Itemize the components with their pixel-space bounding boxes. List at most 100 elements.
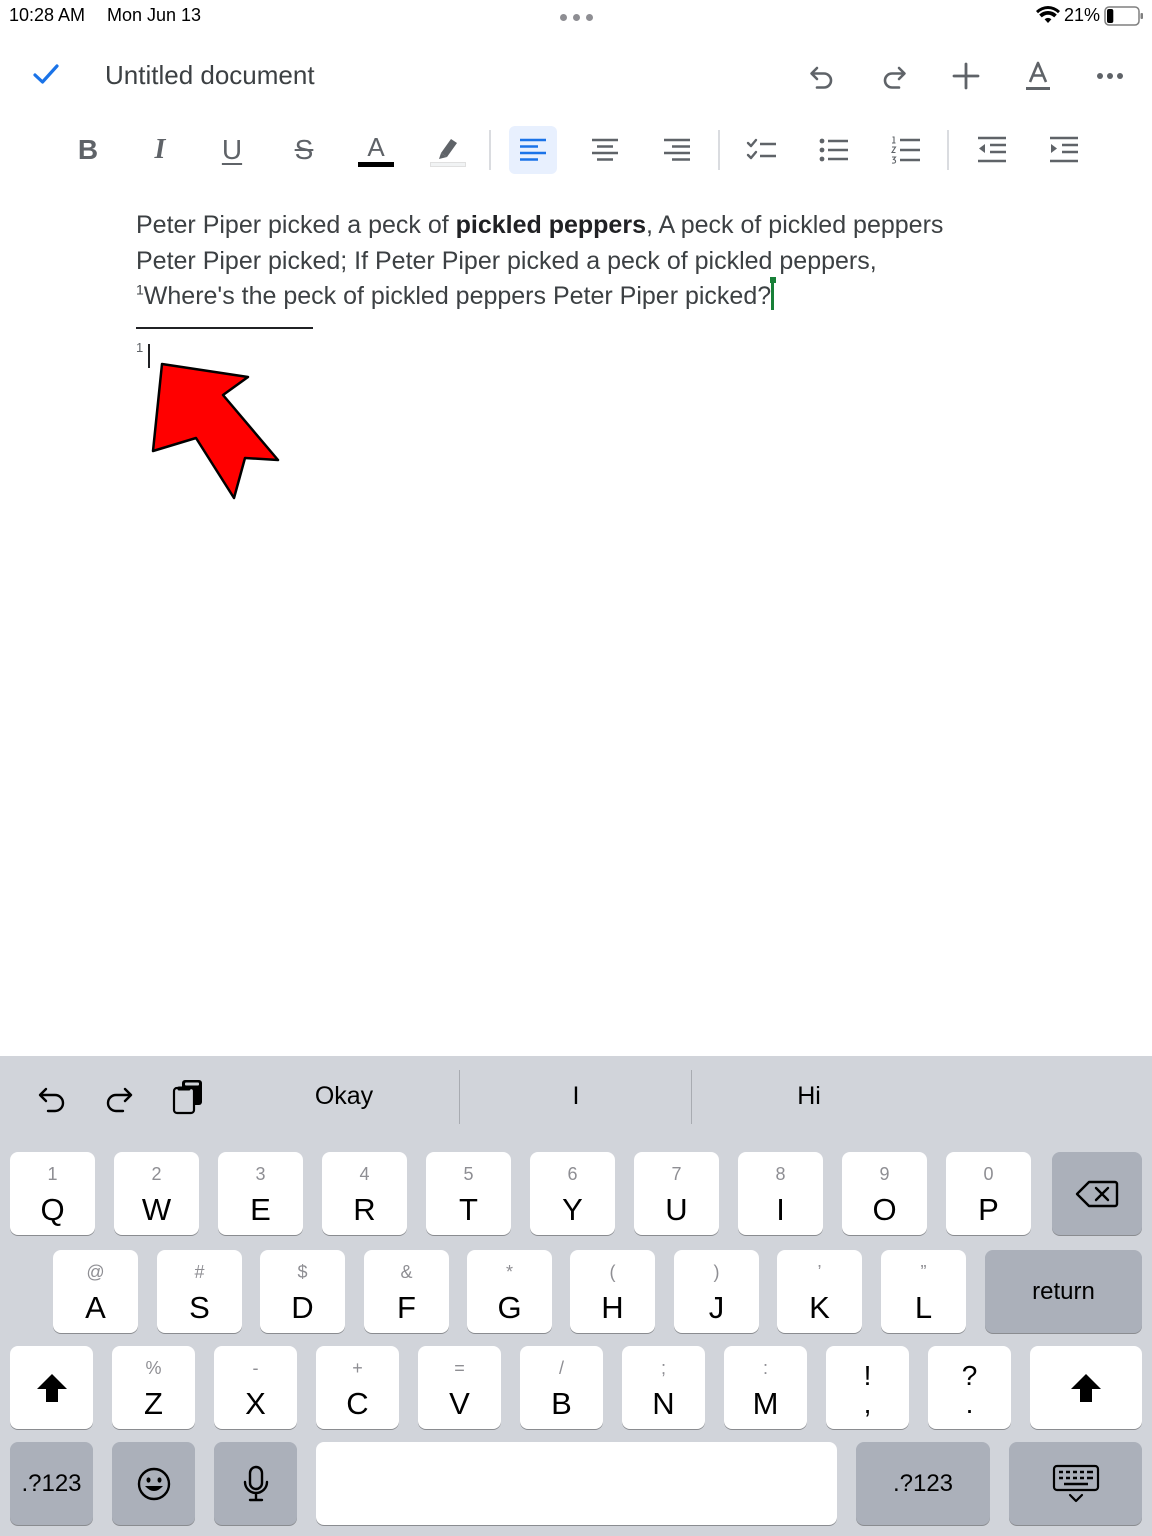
key-d[interactable]: $ D xyxy=(260,1250,345,1333)
key-return[interactable]: return xyxy=(985,1250,1142,1333)
bold-text-run: pickled peppers xyxy=(455,211,646,239)
key-e[interactable]: 3E xyxy=(218,1152,303,1235)
key-alt-label: : xyxy=(762,1358,768,1378)
underline-button[interactable]: U xyxy=(208,126,256,174)
redo-icon[interactable] xyxy=(872,54,916,98)
align-center-icon xyxy=(592,138,618,161)
keyboard-shortcut-bar: Okay I Hi xyxy=(0,1056,1152,1140)
key-n[interactable]: ; N xyxy=(622,1346,705,1429)
key-space[interactable] xyxy=(316,1442,837,1525)
italic-button[interactable]: I xyxy=(136,126,184,174)
key-u[interactable]: 7U xyxy=(634,1152,719,1235)
key-dictation[interactable] xyxy=(214,1442,297,1525)
document-title[interactable]: Untitled document xyxy=(105,60,315,91)
key-delete[interactable] xyxy=(1052,1152,1142,1235)
key-label: A xyxy=(85,1290,106,1325)
onscreen-keyboard: Okay I Hi 1Q 2W 3E 4R 5T 6Y 7U 8I 9O 0P … xyxy=(0,1056,1152,1536)
key-label: B xyxy=(551,1386,572,1421)
bulleted-list-button[interactable] xyxy=(810,126,858,174)
decrease-indent-button[interactable] xyxy=(968,126,1016,174)
key-emoji[interactable] xyxy=(112,1442,195,1525)
decrease-indent-icon xyxy=(978,136,1006,163)
key-b[interactable]: / B xyxy=(520,1346,603,1429)
key-label: O xyxy=(872,1192,897,1227)
key-r[interactable]: 4R xyxy=(322,1152,407,1235)
suggestion-2[interactable]: I xyxy=(462,1082,690,1111)
key-label: W xyxy=(141,1192,172,1227)
align-right-button[interactable] xyxy=(653,126,701,174)
strikethrough-button[interactable]: S xyxy=(280,126,328,174)
key-z[interactable]: % Z xyxy=(112,1346,195,1429)
battery-icon xyxy=(1104,6,1143,26)
key-alt-label: 4 xyxy=(359,1164,370,1184)
key-alt-label: / xyxy=(558,1358,564,1378)
text-color-button[interactable]: A xyxy=(352,126,400,174)
status-bar: 10:28 AM Mon Jun 13 21% xyxy=(0,0,1152,32)
key-alt-label: % xyxy=(145,1358,162,1378)
footnote-reference[interactable]: 1 xyxy=(136,282,144,298)
text-run: Where's the peck of pickled peppers Pete… xyxy=(143,282,772,310)
bold-button[interactable]: B xyxy=(64,126,112,174)
key-label: T xyxy=(459,1192,478,1227)
toolbar-divider xyxy=(489,130,491,170)
key-g[interactable]: * G xyxy=(467,1250,552,1333)
key-shift-right[interactable] xyxy=(1030,1346,1142,1429)
key-numbers-right[interactable]: .?123 xyxy=(856,1442,990,1525)
key-alt-label: 7 xyxy=(671,1164,682,1184)
key-j[interactable]: ) J xyxy=(674,1250,759,1333)
key-c[interactable]: + C xyxy=(316,1346,399,1429)
key-a[interactable]: @ A xyxy=(53,1250,138,1333)
suggestion-1[interactable]: Okay xyxy=(230,1082,458,1111)
key-l[interactable]: ” L xyxy=(881,1250,966,1333)
numbered-list-button[interactable] xyxy=(882,126,930,174)
key-t[interactable]: 5T xyxy=(426,1152,511,1235)
multitasking-dots-icon[interactable] xyxy=(560,14,594,22)
red-arrow-annotation xyxy=(151,362,280,500)
align-center-button[interactable] xyxy=(581,126,629,174)
key-numbers-left[interactable]: .?123 xyxy=(10,1442,93,1525)
insert-plus-icon[interactable] xyxy=(944,54,988,98)
document-line: Peter Piper picked a peck of pickled pep… xyxy=(136,208,1036,244)
shift-icon xyxy=(36,1373,67,1402)
document-line: 1Where's the peck of pickled peppers Pet… xyxy=(136,277,1036,315)
key-y[interactable]: 6Y xyxy=(530,1152,615,1235)
keyboard-redo-icon[interactable] xyxy=(97,1076,141,1120)
highlight-button[interactable] xyxy=(424,126,472,174)
key-w[interactable]: 2W xyxy=(114,1152,199,1235)
key-k[interactable]: ’ K xyxy=(777,1250,862,1333)
key-label: N xyxy=(652,1386,675,1421)
key-hide-keyboard[interactable] xyxy=(1009,1442,1142,1525)
suggestion-3[interactable]: Hi xyxy=(694,1082,924,1111)
key-shift-left[interactable] xyxy=(10,1346,93,1429)
key-i[interactable]: 8I xyxy=(738,1152,823,1235)
key-f[interactable]: & F xyxy=(364,1250,449,1333)
key-alt-label: 1 xyxy=(47,1164,58,1184)
increase-indent-button[interactable] xyxy=(1040,126,1088,174)
key-label: P xyxy=(978,1192,999,1227)
text-format-icon[interactable] xyxy=(1016,54,1060,98)
align-left-button[interactable] xyxy=(509,126,557,174)
key-x[interactable]: -X xyxy=(214,1346,297,1429)
key-question-period[interactable]: ?. xyxy=(928,1346,1011,1429)
highlighter-icon xyxy=(439,139,457,159)
key-o[interactable]: 9O xyxy=(842,1152,927,1235)
key-h[interactable]: (H xyxy=(570,1250,655,1333)
more-options-icon[interactable] xyxy=(1088,54,1132,98)
numbered-list-icon xyxy=(890,136,920,164)
keyboard-undo-icon[interactable] xyxy=(30,1076,74,1120)
key-p[interactable]: 0P xyxy=(946,1152,1031,1235)
key-alt-label: * xyxy=(505,1262,513,1282)
key-m[interactable]: :M xyxy=(724,1346,807,1429)
paste-clipboard-icon[interactable] xyxy=(166,1074,210,1120)
undo-icon[interactable] xyxy=(800,54,844,98)
key-v[interactable]: = V xyxy=(418,1346,501,1429)
document-body[interactable]: Peter Piper picked a peck of pickled pep… xyxy=(136,208,1036,315)
key-q[interactable]: 1Q xyxy=(10,1152,95,1235)
checklist-button[interactable] xyxy=(738,126,786,174)
key-alt-label: $ xyxy=(297,1262,308,1282)
format-toolbar: B I U S A xyxy=(0,120,1152,182)
check-icon[interactable] xyxy=(26,54,66,94)
key-exclamation-comma[interactable]: !, xyxy=(826,1346,909,1429)
key-alt-label: + xyxy=(352,1358,363,1378)
key-s[interactable]: # S xyxy=(157,1250,242,1333)
